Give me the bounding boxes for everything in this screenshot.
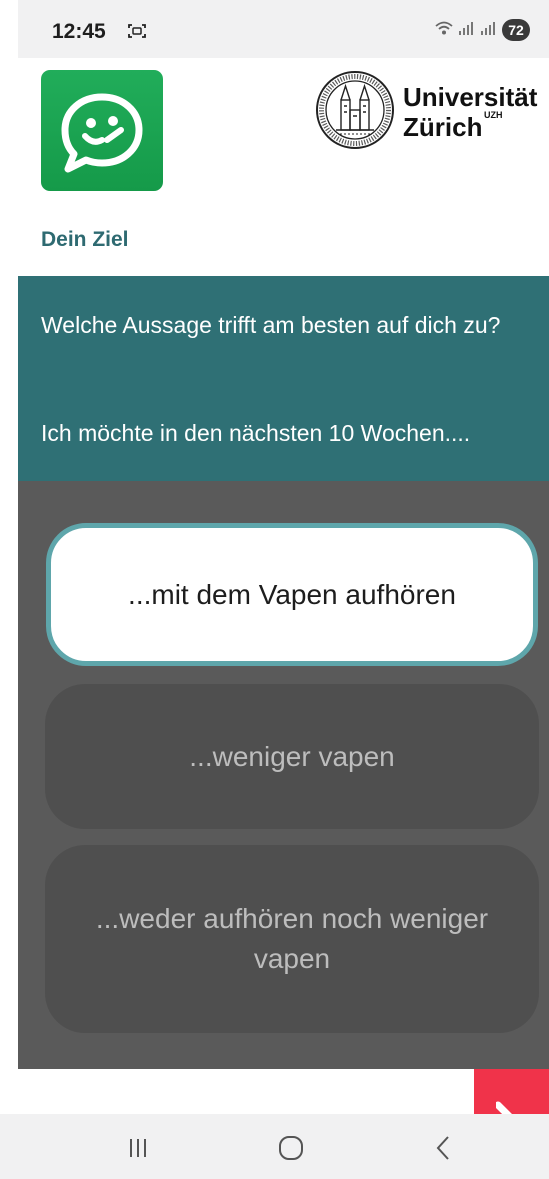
option-neither-button[interactable]: ...weder aufhören noch weniger vapen: [45, 845, 539, 1033]
university-logo: Universität Zürich UZH: [314, 70, 546, 150]
university-name: Universität: [403, 82, 538, 112]
option-label: ...weder aufhören noch weniger vapen: [95, 903, 489, 974]
back-icon[interactable]: [422, 1128, 466, 1168]
recents-icon[interactable]: [116, 1128, 160, 1168]
bottom-strip: [18, 1069, 549, 1114]
question-panel: Welche Aussage trifft am besten auf dich…: [18, 276, 549, 481]
question-lead: Ich möchte in den nächsten 10 Wochen....: [41, 420, 471, 446]
navigation-bar: [0, 1114, 549, 1179]
signal-icon: [458, 20, 476, 41]
screen: 12:45 72 Universität Zürich UZH Dein Zie…: [0, 0, 549, 1179]
status-time: 12:45: [52, 20, 106, 43]
option-quit-vaping-button[interactable]: ...mit dem Vapen aufhören: [46, 523, 538, 666]
pencil-icon: [496, 1101, 513, 1115]
options-area: ...mit dem Vapen aufhören ...weniger vap…: [18, 481, 549, 1069]
screenshot-icon: [128, 23, 146, 39]
home-icon[interactable]: [269, 1128, 313, 1168]
page-title: Dein Ziel: [41, 228, 129, 251]
option-label: ...weniger vapen: [189, 740, 395, 772]
edit-button[interactable]: [474, 1069, 549, 1115]
signal-icon: [480, 20, 498, 41]
app-logo: [41, 70, 163, 191]
wifi-icon: [434, 20, 454, 41]
option-vape-less-button[interactable]: ...weniger vapen: [45, 684, 539, 829]
status-indicators: 72: [434, 19, 530, 41]
university-city: Zürich: [403, 112, 483, 142]
university-abbreviation: UZH: [484, 110, 503, 120]
status-bar: 12:45 72: [18, 0, 549, 58]
university-seal-icon: [316, 71, 394, 149]
option-label: ...mit dem Vapen aufhören: [128, 578, 456, 610]
battery-icon: 72: [502, 19, 530, 41]
smiling-chat-bubble-icon: [61, 93, 143, 173]
question-text: Welche Aussage trifft am besten auf dich…: [41, 312, 501, 338]
